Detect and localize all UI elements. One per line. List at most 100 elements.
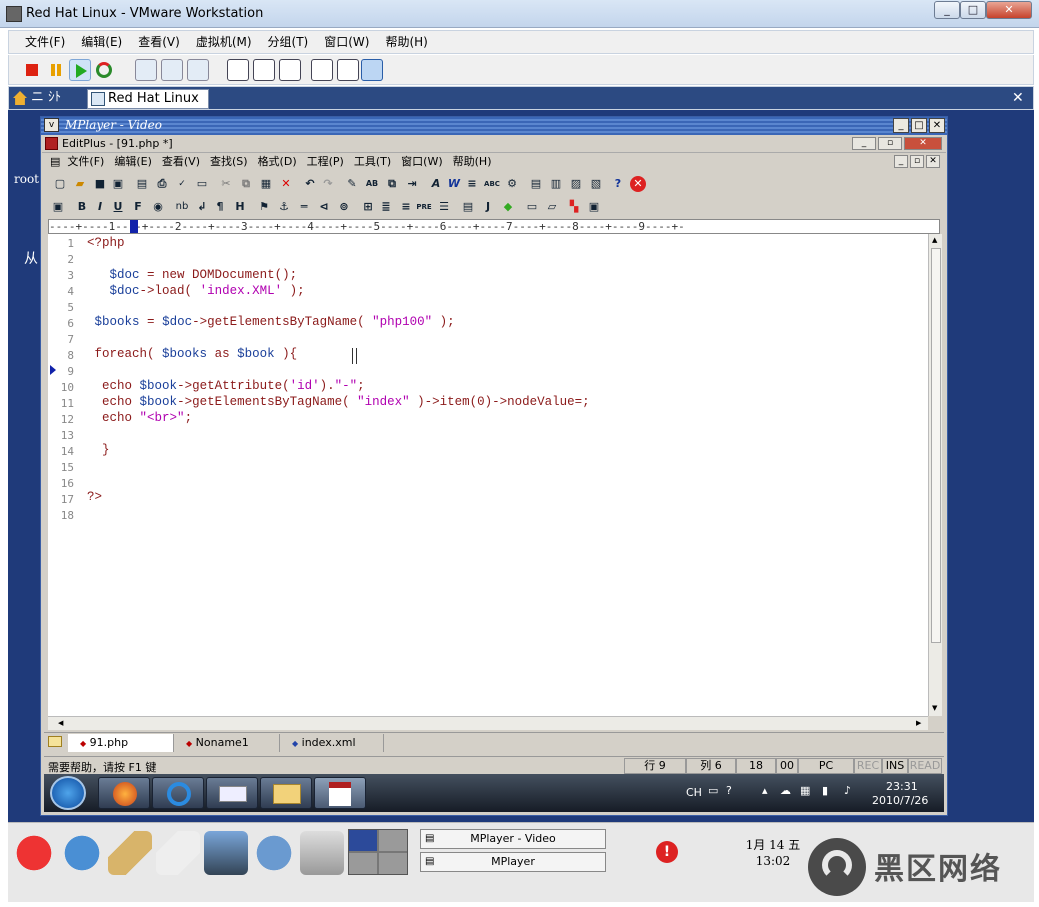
presentation-icon[interactable] [204, 831, 248, 875]
ep-menu-project[interactable]: 工程(P) [302, 153, 349, 171]
hr-icon[interactable]: ═ [296, 199, 312, 215]
start-button-icon[interactable] [50, 776, 86, 810]
doc-minimize-button[interactable]: _ [894, 155, 908, 168]
scroll-right-icon[interactable]: ▶ [916, 719, 921, 727]
copy-icon[interactable]: ⧉ [238, 176, 254, 192]
unity-icon[interactable] [311, 59, 333, 81]
preferences-icon[interactable]: ⚙ [504, 176, 520, 192]
new-file-icon[interactable]: ▢ [52, 176, 68, 192]
goto-icon[interactable]: ⇥ [404, 176, 420, 192]
power-on-icon[interactable] [69, 59, 91, 81]
delete-icon[interactable]: ✕ [278, 176, 294, 192]
browser-icon[interactable]: ▭ [524, 199, 540, 215]
column-select-icon[interactable]: ABC [484, 176, 500, 192]
menu-team[interactable]: 分组(T) [260, 31, 317, 53]
help-tray-icon[interactable]: ? [726, 784, 732, 797]
tray-date[interactable]: 2010/7/26 [872, 794, 928, 807]
color-icon[interactable]: ◉ [150, 199, 166, 215]
snapshot-manager-icon[interactable] [187, 59, 209, 81]
menu-edit[interactable]: 编辑(E) [73, 31, 130, 53]
nbsp-icon[interactable]: nb [174, 199, 190, 215]
editplus-minimize-button[interactable]: _ [852, 137, 876, 150]
undo-icon[interactable]: ↶ [302, 176, 318, 192]
paste-icon[interactable]: ▦ [258, 176, 274, 192]
br-icon[interactable]: ↲ [194, 199, 210, 215]
mplayer-minimize-button[interactable]: _ [893, 118, 909, 133]
menu-vm[interactable]: 虚拟机(M) [188, 31, 260, 53]
heading-icon[interactable]: H [232, 199, 248, 215]
spreadsheet-icon[interactable] [252, 831, 296, 875]
web-browser-icon[interactable] [60, 831, 104, 875]
file-tab-91php[interactable]: ◆ 91.php [68, 734, 174, 752]
printer-icon[interactable] [300, 831, 344, 875]
font-icon[interactable]: A [428, 176, 444, 192]
editplus-taskbar-icon[interactable] [314, 777, 366, 809]
directory-icon[interactable]: ▥ [548, 176, 564, 192]
maximize-button[interactable]: □ [960, 1, 986, 19]
menu-view[interactable]: 查看(V) [130, 31, 188, 53]
power-off-icon[interactable] [21, 59, 43, 81]
print-icon[interactable]: ⎙ [154, 176, 170, 192]
validate-icon[interactable]: ▱ [544, 199, 560, 215]
input-language[interactable]: CH [686, 786, 702, 799]
firefox-taskbar-icon[interactable] [98, 777, 150, 809]
doc-restore-button[interactable]: ▫ [910, 155, 924, 168]
italic-icon[interactable]: I [92, 199, 108, 215]
word-wrap-icon[interactable]: W [446, 176, 462, 192]
console-view-icon[interactable] [337, 59, 359, 81]
workspace-switcher[interactable] [348, 829, 408, 875]
suspend-icon[interactable] [45, 59, 67, 81]
scroll-up-icon[interactable]: ▲ [932, 236, 937, 244]
workspace-4[interactable] [379, 853, 407, 874]
editplus-close-button[interactable]: ✕ [904, 137, 942, 150]
writer-icon[interactable] [156, 831, 200, 875]
ep-menu-tools[interactable]: 工具(T) [349, 153, 396, 171]
gnome-clock[interactable]: 1月 14 五 13:02 [738, 837, 808, 869]
comment-icon[interactable]: ⊲ [316, 199, 332, 215]
code-editor[interactable] [48, 234, 928, 716]
spell-check-icon[interactable]: ✓ [174, 176, 190, 192]
close-button[interactable]: ✕ [986, 1, 1032, 19]
menu-window[interactable]: 窗口(W) [316, 31, 377, 53]
mplayer-maximize-button[interactable]: □ [911, 118, 927, 133]
print-preview-icon[interactable]: ▤ [134, 176, 150, 192]
tab-red-hat-linux[interactable]: Red Hat Linux [87, 89, 209, 109]
folder-icon[interactable] [48, 736, 62, 747]
file-tab-noname1[interactable]: ◆ Noname1 [174, 734, 280, 752]
style-icon[interactable]: ▤ [460, 199, 476, 215]
quick-switch-icon[interactable] [253, 59, 275, 81]
ep-menu-window[interactable]: 窗口(W) [396, 153, 447, 171]
link-icon[interactable]: ⚑ [256, 199, 272, 215]
mplayer-menu-icon[interactable]: v [44, 118, 59, 132]
mplayer-close-button[interactable]: ✕ [929, 118, 945, 133]
list-icon[interactable]: ☰ [436, 199, 452, 215]
ep-menu-search[interactable]: 查找(S) [205, 153, 253, 171]
image-icon[interactable]: ⊚ [336, 199, 352, 215]
scroll-left-icon[interactable]: ◀ [58, 719, 63, 727]
cloud-icon[interactable]: ☁ [780, 784, 791, 797]
workspace-2[interactable] [379, 830, 407, 851]
workspace-3[interactable] [349, 853, 377, 874]
sidebar-view-icon[interactable] [227, 59, 249, 81]
minimize-button[interactable]: _ [934, 1, 960, 19]
anchor-icon[interactable]: ⚓ [276, 199, 292, 215]
paragraph-icon[interactable]: ¶ [212, 199, 228, 215]
output-window-icon[interactable]: ▨ [568, 176, 584, 192]
table-icon[interactable]: ⊞ [360, 199, 376, 215]
tab-home[interactable]: ニ ｼﾄ [11, 89, 83, 109]
find-icon[interactable]: ✎ [344, 176, 360, 192]
tray-time[interactable]: 23:31 [886, 780, 918, 793]
browser-preview-icon[interactable]: ▭ [194, 176, 210, 192]
revert-snapshot-icon[interactable] [161, 59, 183, 81]
menu-file[interactable]: 文件(F) [17, 31, 73, 53]
show-hidden-icon[interactable]: ▴ [762, 784, 768, 797]
explorer-taskbar-icon[interactable] [260, 777, 312, 809]
workspace-1[interactable] [349, 830, 377, 851]
ep-menu-file[interactable]: 文件(F) [62, 153, 109, 171]
center-icon[interactable]: ≣ [378, 199, 394, 215]
ep-menu-edit[interactable]: 编辑(E) [109, 153, 157, 171]
fullscreen-icon[interactable] [279, 59, 301, 81]
keyboard-icon[interactable]: ▭ [708, 784, 718, 797]
vertical-scrollbar[interactable]: ▲ ▼ [928, 234, 942, 716]
cut-icon[interactable]: ✂ [218, 176, 234, 192]
